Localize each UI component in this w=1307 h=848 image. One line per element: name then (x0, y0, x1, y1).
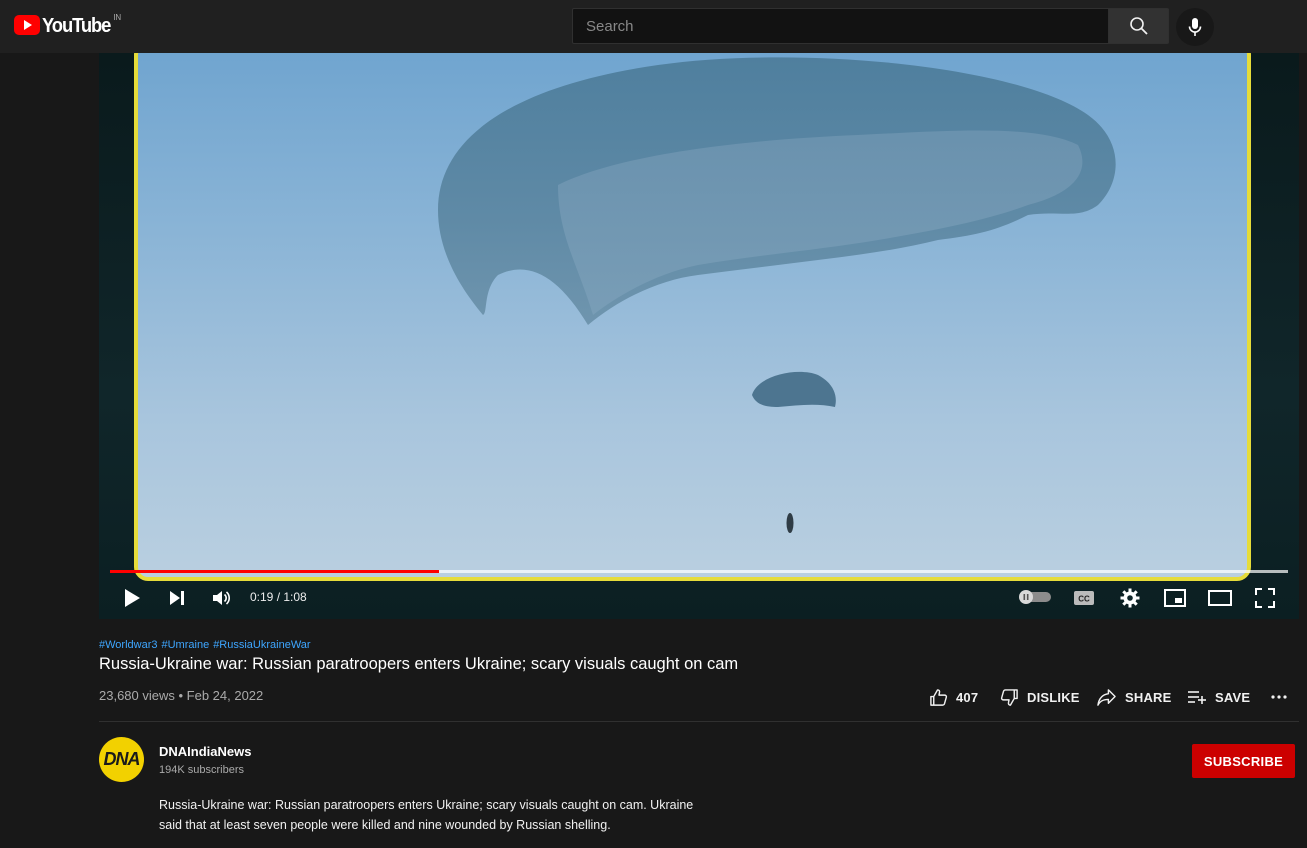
dislike-button[interactable]: DISLIKE (1000, 686, 1080, 708)
progress-bar[interactable] (110, 570, 1288, 573)
search-icon (1129, 17, 1148, 35)
hashtag-link[interactable]: #Worldwar3 (99, 639, 158, 651)
youtube-logo-icon (14, 15, 40, 35)
fullscreen-button[interactable] (1250, 583, 1280, 613)
svg-text:CC: CC (1078, 595, 1090, 604)
subscriber-count: 194K subscribers (159, 764, 244, 776)
captions-icon: CC (1074, 591, 1094, 605)
video-frame (99, 53, 1299, 619)
miniplayer-button[interactable] (1160, 583, 1190, 613)
theater-icon (1208, 590, 1232, 606)
more-icon (1271, 695, 1287, 699)
settings-icon (1120, 588, 1140, 608)
like-count: 407 (956, 689, 979, 705)
video-description: Russia-Ukraine war: Russian paratroopers… (159, 795, 729, 835)
player-controls: 0:19 / 1:08 CC (99, 577, 1299, 617)
save-label: SAVE (1215, 689, 1251, 705)
share-icon (1097, 688, 1116, 706)
subscribe-button[interactable]: SUBSCRIBE (1192, 744, 1295, 778)
share-button[interactable]: SHARE (1096, 686, 1172, 708)
miniplayer-icon (1164, 589, 1186, 607)
video-title: Russia-Ukraine war: Russian paratroopers… (99, 655, 739, 673)
share-label: SHARE (1125, 689, 1172, 705)
video-player[interactable]: 0:19 / 1:08 CC (99, 53, 1299, 619)
save-button[interactable]: SAVE (1187, 686, 1250, 708)
logo-text: YouTube (42, 15, 111, 37)
hashtags: #Worldwar3 #Umraine #RussiaUkraineWar (99, 639, 311, 651)
country-code: IN (113, 13, 122, 22)
masthead: YouTube IN (0, 0, 1307, 53)
save-icon (1188, 691, 1206, 704)
volume-button[interactable] (207, 583, 237, 613)
more-actions-button[interactable] (1270, 686, 1296, 708)
description-line: said that at least seven people were kil… (159, 818, 611, 832)
settings-button[interactable] (1115, 583, 1145, 613)
volume-icon (213, 591, 231, 605)
video-picture (134, 53, 1251, 581)
next-button[interactable] (162, 583, 192, 613)
channel-avatar[interactable]: DNA (99, 737, 144, 782)
views-and-date: 23,680 views • Feb 24, 2022 (99, 688, 264, 703)
fullscreen-icon (1255, 588, 1275, 608)
youtube-logo[interactable]: YouTube IN (14, 13, 122, 37)
progress-played (110, 570, 439, 573)
play-icon (125, 589, 140, 607)
divider (99, 721, 1299, 722)
next-icon (170, 591, 184, 605)
like-button[interactable]: 407 (929, 686, 978, 708)
time-display: 0:19 / 1:08 (250, 590, 307, 604)
captions-button[interactable]: CC (1069, 583, 1099, 613)
paratrooper-scene (438, 57, 1116, 533)
dislike-icon (1000, 688, 1018, 706)
avatar-text: DNA (103, 749, 141, 769)
voice-search-button[interactable] (1176, 8, 1214, 46)
hashtag-link[interactable]: #Umraine (162, 639, 210, 651)
play-button[interactable] (117, 583, 147, 613)
theater-button[interactable] (1205, 583, 1235, 613)
channel-name[interactable]: DNAIndiaNews (159, 744, 251, 759)
autoplay-toggle[interactable] (1019, 590, 1051, 604)
search-button[interactable] (1109, 8, 1169, 44)
hashtag-link[interactable]: #RussiaUkraineWar (213, 639, 310, 651)
description-line: Russia-Ukraine war: Russian paratroopers… (159, 798, 694, 812)
like-icon (930, 688, 948, 706)
autoplay-icon (1019, 590, 1033, 604)
search-input[interactable] (584, 16, 1108, 36)
search-box (572, 8, 1109, 44)
dislike-label: DISLIKE (1027, 689, 1080, 705)
mic-icon (1188, 18, 1202, 36)
